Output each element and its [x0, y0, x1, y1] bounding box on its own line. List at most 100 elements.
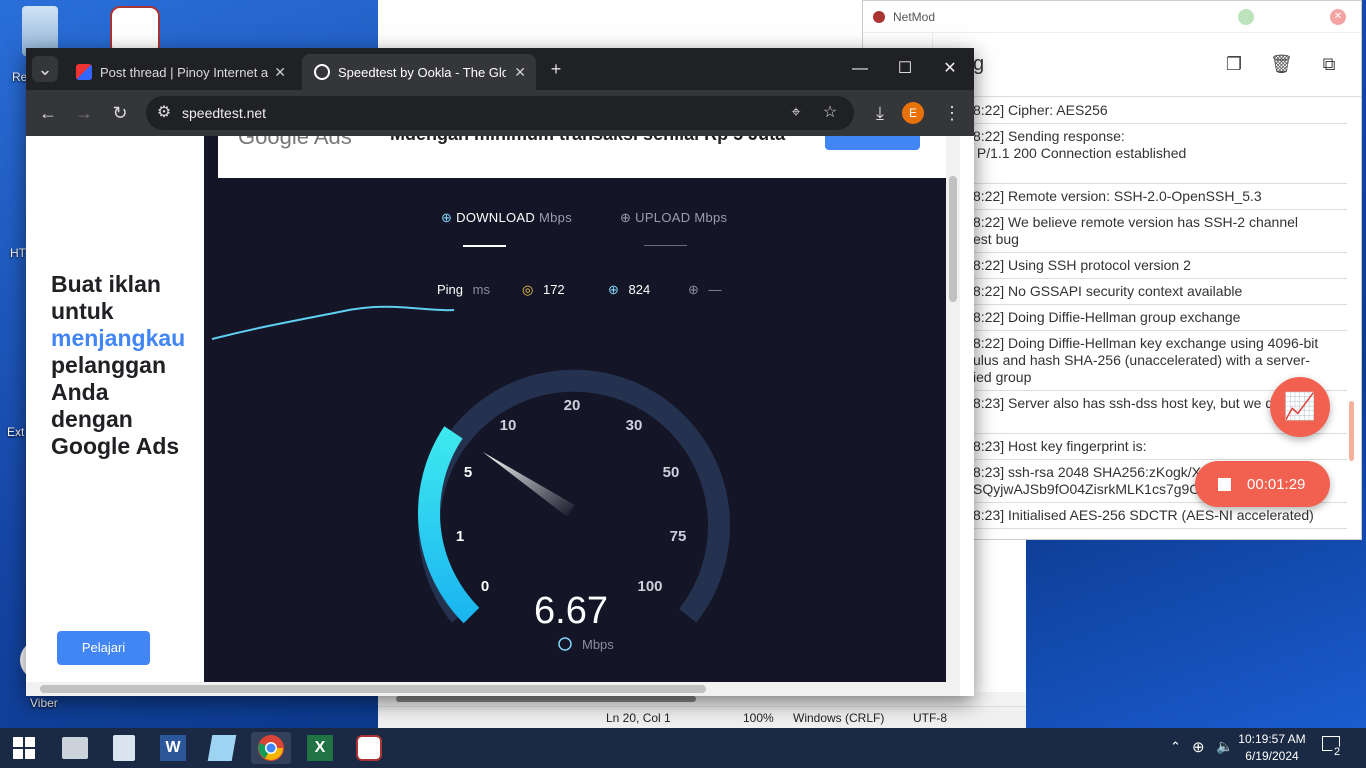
page-margin: [26, 136, 44, 696]
log-entry: 8:22] We believe remote version has SSH-…: [971, 210, 1347, 253]
page-vertical-scrollbar[interactable]: [946, 136, 960, 682]
tab-label: Speedtest by Ookla - The Global: [338, 64, 506, 80]
current-speed-value: 6.67: [534, 590, 608, 632]
taskbar-excel[interactable]: X: [300, 732, 340, 764]
statistics-fab-button[interactable]: 📈: [1270, 377, 1330, 437]
gauge-tick-label: 0: [481, 578, 489, 595]
notification-center-button[interactable]: 2: [1322, 736, 1344, 760]
taskbar-file-explorer[interactable]: [55, 732, 95, 764]
ad-headline: Buat iklan untuk menjangkau pelanggan An…: [51, 271, 201, 460]
minimize-button[interactable]: —: [838, 56, 882, 82]
gauge-needle: [482, 451, 575, 517]
encoding: UTF-8: [913, 711, 947, 725]
left-ad-banner[interactable]: Buat iklan untuk menjangkau pelanggan An…: [44, 136, 204, 696]
avatar-initial: E: [908, 106, 917, 120]
netmod-icon: [356, 735, 382, 761]
address-bar[interactable]: ⚙ speedtest.net ⌖ ☆: [146, 96, 854, 130]
browser-toolbar: ← → ↻ ⚙ speedtest.net ⌖ ☆ ⤓ E ⋮: [26, 90, 974, 136]
taskbar-netmod[interactable]: [349, 732, 389, 764]
location-icon[interactable]: ⌖: [786, 103, 806, 123]
language-globe-icon[interactable]: ⊕: [1192, 738, 1205, 756]
downloads-button[interactable]: ⤓: [866, 100, 894, 126]
desktop-icon-label: HT: [10, 246, 26, 260]
speaker-icon[interactable]: 🔈: [1216, 738, 1233, 755]
netmod-logo-icon: [873, 10, 885, 23]
maximize-button[interactable]: ☐: [883, 56, 927, 82]
minimize-button[interactable]: [1238, 9, 1254, 25]
tab-strip: ⌄ Post thread | Pinoy Internet and ✕ Spe…: [26, 48, 974, 90]
page-horizontal-scrollbar[interactable]: [26, 682, 960, 696]
windows-icon[interactable]: ⧉: [1318, 53, 1340, 75]
scroll-thumb[interactable]: [1349, 401, 1354, 461]
chevron-down-icon: ⌄: [37, 59, 53, 79]
system-clock[interactable]: 10:19:57 AM 6/19/2024: [1232, 731, 1312, 765]
close-button[interactable]: ✕: [1330, 9, 1346, 25]
ad-line: dengan: [51, 406, 133, 432]
taskbar-calculator[interactable]: [104, 732, 144, 764]
log-entry: 8:22] Doing Diffie-Hellman group exchang…: [971, 305, 1347, 331]
zoom-level: 100%: [743, 711, 774, 725]
line-ending: Windows (CRLF): [793, 711, 885, 725]
tab-speedtest[interactable]: Speedtest by Ookla - The Global ✕: [302, 54, 536, 90]
speed-gauge-svg: 0 1 5 10 20 30 50 75 100 6.67 Mbps: [211, 305, 730, 652]
start-button[interactable]: [4, 732, 44, 764]
notepad-status-bar: Ln 20, Col 1 100% Windows (CRLF) UTF-8: [378, 706, 1026, 728]
tab-search-button[interactable]: ⌄: [32, 56, 58, 82]
notification-count: 2: [1332, 746, 1343, 758]
stop-timer-button[interactable]: 00:01:29: [1195, 461, 1330, 507]
tab-post-thread[interactable]: Post thread | Pinoy Internet and ✕: [64, 54, 296, 90]
clock-date: 6/19/2024: [1245, 749, 1299, 763]
chrome-window: ⌄ Post thread | Pinoy Internet and ✕ Spe…: [26, 48, 974, 696]
site-info-icon[interactable]: ⚙: [154, 103, 174, 123]
copy-icon[interactable]: ❐: [1223, 53, 1245, 75]
back-button[interactable]: ←: [34, 100, 62, 126]
log-entry: 8:22] Remote version: SSH-2.0-OpenSSH_5.…: [971, 184, 1347, 210]
word-icon: W: [160, 735, 186, 761]
taskbar-word[interactable]: W: [153, 732, 193, 764]
log-scrollbar[interactable]: [1347, 101, 1357, 537]
forward-button[interactable]: →: [70, 100, 98, 126]
taskbar-notepad[interactable]: [202, 732, 242, 764]
ad-line: Buat iklan: [51, 271, 161, 297]
gauge-track: [418, 369, 730, 623]
taskbar-chrome[interactable]: [251, 732, 291, 764]
ad-line: untuk: [51, 298, 114, 324]
log-entry: 8:22] Using SSH protocol version 2: [971, 253, 1347, 279]
windows-logo-icon: [13, 737, 35, 759]
excel-icon: X: [307, 735, 333, 761]
close-button[interactable]: ✕: [928, 56, 972, 82]
scroll-thumb[interactable]: [40, 685, 706, 693]
ad-line: Google Ads: [51, 433, 180, 459]
log-entry: 8:22] Cipher: AES256: [971, 98, 1347, 124]
current-speed-unit: Mbps: [582, 637, 614, 652]
scroll-thumb[interactable]: [949, 176, 957, 302]
scroll-thumb[interactable]: [396, 696, 696, 702]
clear-log-icon[interactable]: 🗑: [1270, 53, 1293, 75]
gauge-tick-label: 75: [670, 528, 687, 545]
chart-line-icon: 📈: [1283, 391, 1317, 421]
arrow-right-icon: →: [75, 103, 93, 123]
gauge-tick-label: 5: [464, 464, 472, 481]
gauge-tick-label: 20: [564, 397, 581, 414]
page-content: Buat iklan untuk menjangkau pelanggan An…: [26, 136, 974, 696]
close-tab-icon[interactable]: ✕: [514, 64, 526, 81]
reload-button[interactable]: ↻: [106, 100, 134, 126]
speedtest-panel: Google Ads Mdengan minimum transaksi sen…: [204, 136, 960, 696]
bookmark-star-icon[interactable]: ☆: [820, 103, 840, 123]
url-text: speedtest.net: [182, 105, 267, 121]
profile-avatar[interactable]: E: [902, 102, 924, 124]
new-tab-button[interactable]: +: [542, 56, 570, 82]
cursor-position: Ln 20, Col 1: [606, 711, 671, 725]
tray-chevron-icon[interactable]: ⌃: [1170, 739, 1181, 755]
gauge-tick-label: 100: [637, 578, 662, 595]
notepad-icon: [207, 735, 237, 761]
download-icon: ⤓: [876, 103, 884, 123]
desktop-icon-label: Viber: [30, 696, 58, 710]
learn-more-button[interactable]: Pelajari: [57, 631, 150, 665]
page-title: g: [973, 53, 985, 75]
desktop-icon-label: Ext: [7, 425, 25, 439]
close-tab-icon[interactable]: ✕: [274, 64, 286, 81]
menu-button[interactable]: ⋮: [938, 100, 966, 126]
stop-icon: [1218, 477, 1231, 491]
speed-history-graph: [211, 305, 455, 340]
